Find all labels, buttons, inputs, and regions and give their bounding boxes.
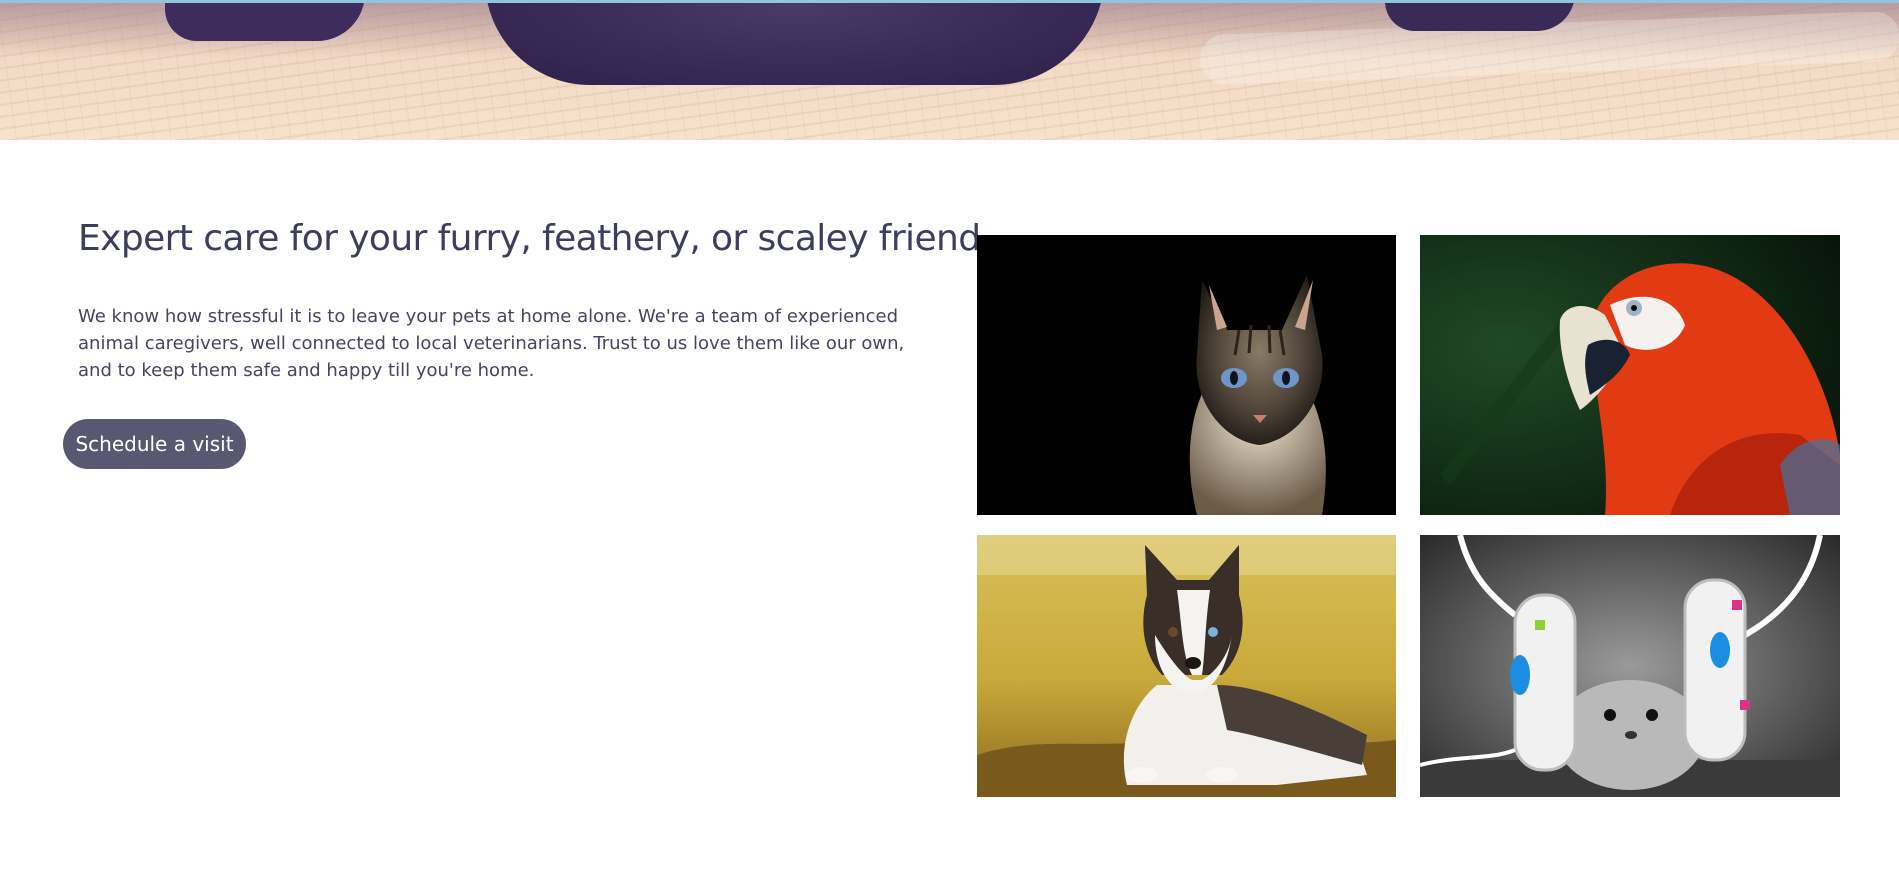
- pet-paw-right: [1385, 3, 1575, 31]
- hero-banner-image: [0, 0, 1899, 140]
- pet-paw-left: [165, 3, 365, 41]
- parrot-photo: [1420, 235, 1840, 515]
- husky-photo: [977, 535, 1396, 797]
- hamster-photo: [1420, 535, 1840, 797]
- schedule-visit-button[interactable]: Schedule a visit: [63, 419, 246, 469]
- page-headline: Expert care for your furry, feathery, or…: [78, 218, 981, 259]
- cat-photo: [977, 235, 1396, 515]
- pet-paw-center: [485, 3, 1105, 85]
- intro-paragraph: We know how stressful it is to leave you…: [78, 306, 905, 381]
